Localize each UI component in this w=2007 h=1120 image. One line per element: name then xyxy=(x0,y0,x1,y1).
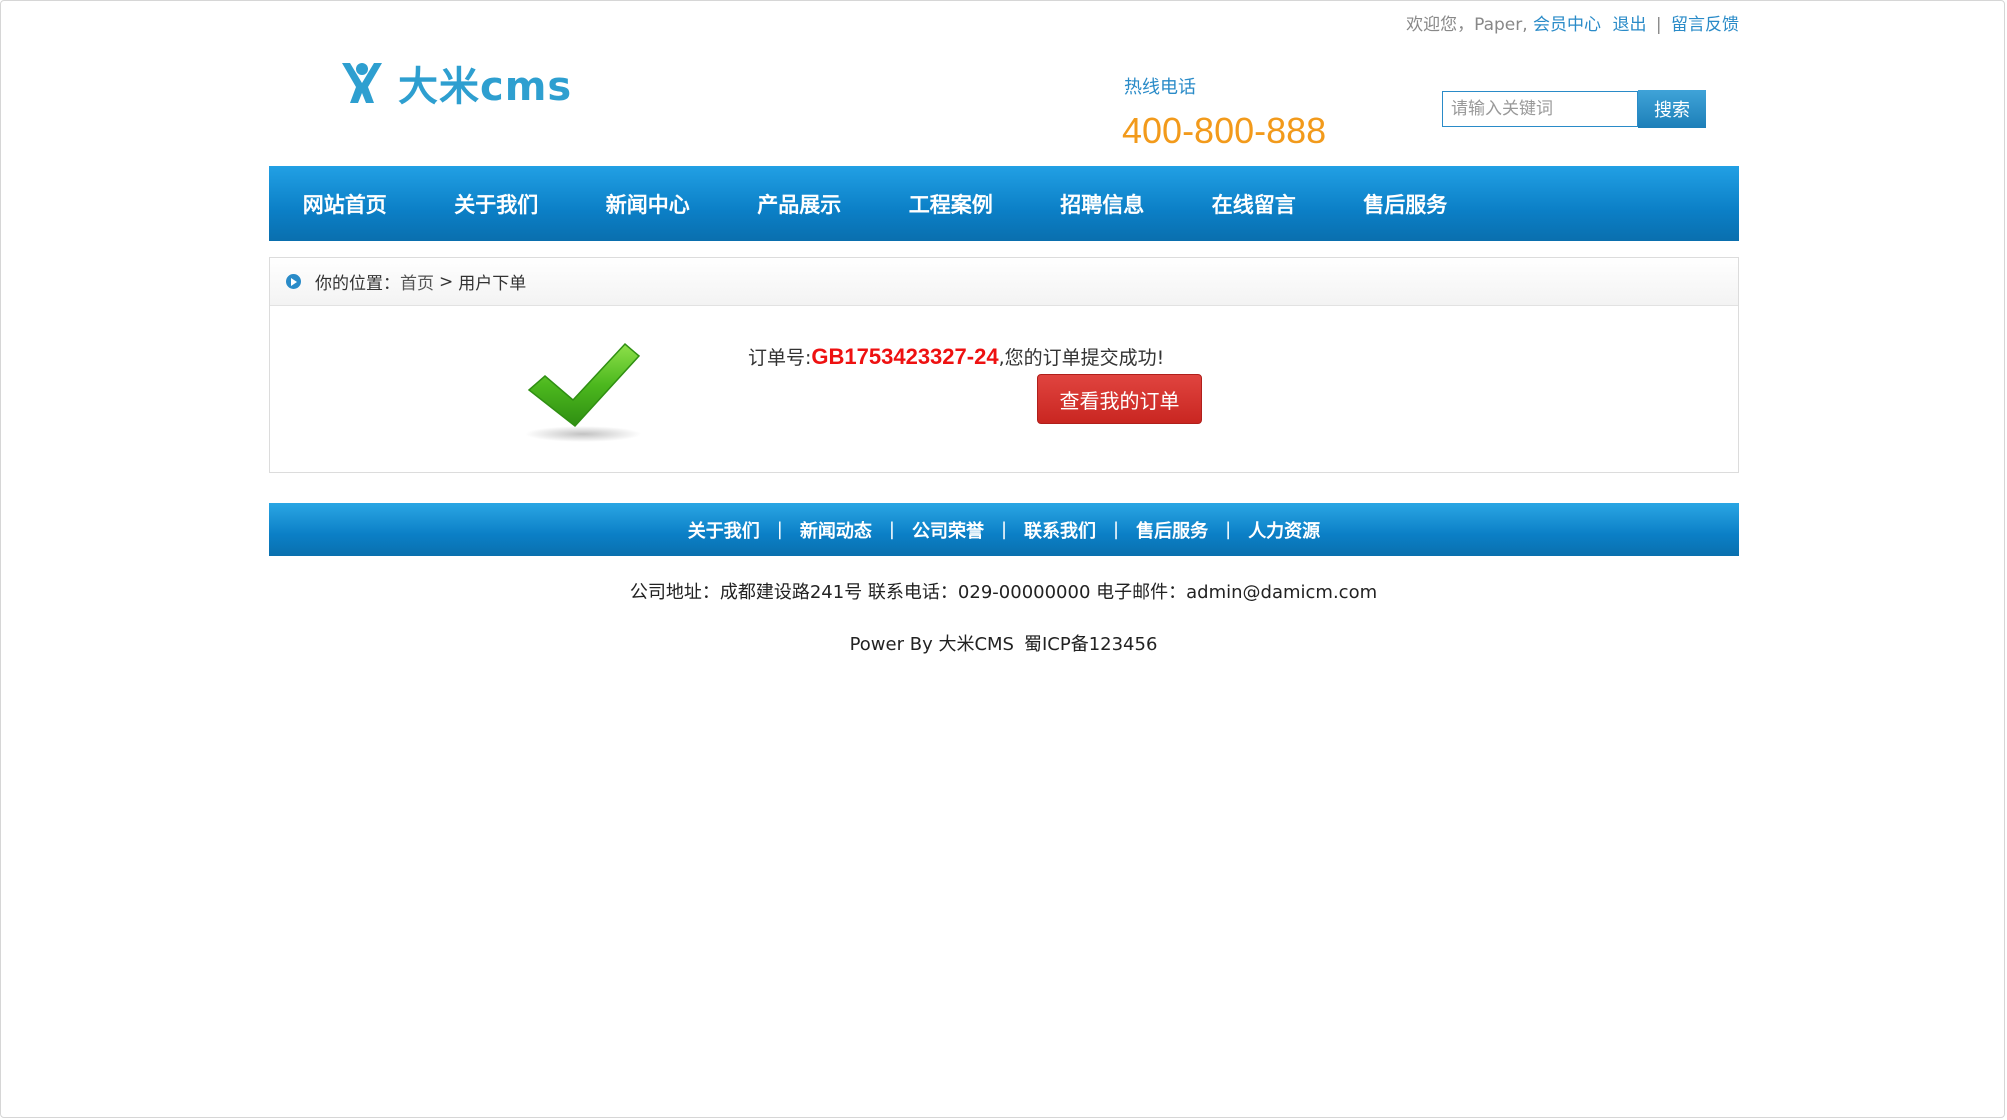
main-nav: 网站首页 关于我们 新闻中心 产品展示 工程案例 招聘信息 在线留言 售后服务 xyxy=(269,166,1739,241)
welcome-text: 欢迎您，Paper, xyxy=(1406,15,1528,35)
nav-item-jobs[interactable]: 招聘信息 xyxy=(1027,189,1179,219)
breadcrumb-current: 用户下单 xyxy=(458,274,527,294)
order-message: 订单号:GB1753423327-24,您的订单提交成功! xyxy=(748,343,1164,370)
success-check-icon xyxy=(525,342,641,442)
breadcrumb: 你的位置： 首页 > 用户下单 xyxy=(270,258,1738,306)
breadcrumb-separator: > xyxy=(439,271,454,292)
logout-link[interactable]: 退出 xyxy=(1612,15,1646,35)
nav-item-about[interactable]: 关于我们 xyxy=(421,189,573,219)
member-center-link[interactable]: 会员中心 xyxy=(1533,15,1601,35)
order-prefix: 订单号: xyxy=(748,347,812,369)
order-number: GB1753423327-24 xyxy=(811,344,999,369)
hotline-label: 热线电话 xyxy=(1124,77,1196,98)
site-logo[interactable]: 大米cms xyxy=(338,55,588,111)
top-bar: 欢迎您，Paper, 会员中心 退出 | 留言反馈 xyxy=(1406,10,1739,35)
icp-number: 蜀ICP备123456 xyxy=(1023,634,1158,655)
footer-link-news[interactable]: 新闻动态 xyxy=(800,517,872,543)
footer-separator: | xyxy=(888,519,895,540)
footer-power: Power By 大米CMS 蜀ICP备123456 xyxy=(0,630,2007,656)
logo-text: 大米cms xyxy=(398,64,573,110)
nav-item-message[interactable]: 在线留言 xyxy=(1178,189,1330,219)
footer-link-about[interactable]: 关于我们 xyxy=(688,517,760,543)
footer-link-hr[interactable]: 人力资源 xyxy=(1248,517,1320,543)
topbar-separator: | xyxy=(1655,15,1662,35)
feedback-link[interactable]: 留言反馈 xyxy=(1671,15,1739,35)
search-input[interactable] xyxy=(1442,91,1638,127)
footer-nav: 关于我们 | 新闻动态 | 公司荣誉 | 联系我们 | 售后服务 | 人力资源 xyxy=(269,503,1739,556)
nav-item-news[interactable]: 新闻中心 xyxy=(572,189,724,219)
footer-separator: | xyxy=(1113,519,1120,540)
footer-separator: | xyxy=(1225,519,1232,540)
footer-separator: | xyxy=(776,519,783,540)
nav-item-cases[interactable]: 工程案例 xyxy=(875,189,1027,219)
footer-contact-info: 公司地址：成都建设路241号 联系电话：029-00000000 电子邮件：ad… xyxy=(629,582,1378,603)
arrow-circle-icon xyxy=(286,274,301,289)
search-button[interactable]: 搜索 xyxy=(1638,90,1706,128)
footer-link-honors[interactable]: 公司荣誉 xyxy=(912,517,984,543)
order-success-text: ,您的订单提交成功! xyxy=(998,347,1165,369)
nav-item-service[interactable]: 售后服务 xyxy=(1330,189,1482,219)
hotline-number: 400-800-888 xyxy=(1122,110,1327,151)
nav-item-home[interactable]: 网站首页 xyxy=(269,189,421,219)
nav-item-products[interactable]: 产品展示 xyxy=(724,189,876,219)
footer-separator: | xyxy=(1000,519,1008,540)
order-result-panel: 你的位置： 首页 > 用户下单 订单号:GB1753423327-24,您的订单… xyxy=(269,257,1739,473)
view-my-orders-button[interactable]: 查看我的订单 xyxy=(1037,374,1202,424)
breadcrumb-home-link[interactable]: 首页 xyxy=(400,269,434,294)
powered-by-text: Power By 大米CMS xyxy=(849,634,1014,655)
footer-link-service[interactable]: 售后服务 xyxy=(1136,517,1208,543)
breadcrumb-label: 你的位置： xyxy=(315,274,400,294)
logo-icon xyxy=(342,63,382,103)
footer-link-contact[interactable]: 联系我们 xyxy=(1024,517,1096,543)
search-box: 搜索 xyxy=(1442,90,1706,128)
